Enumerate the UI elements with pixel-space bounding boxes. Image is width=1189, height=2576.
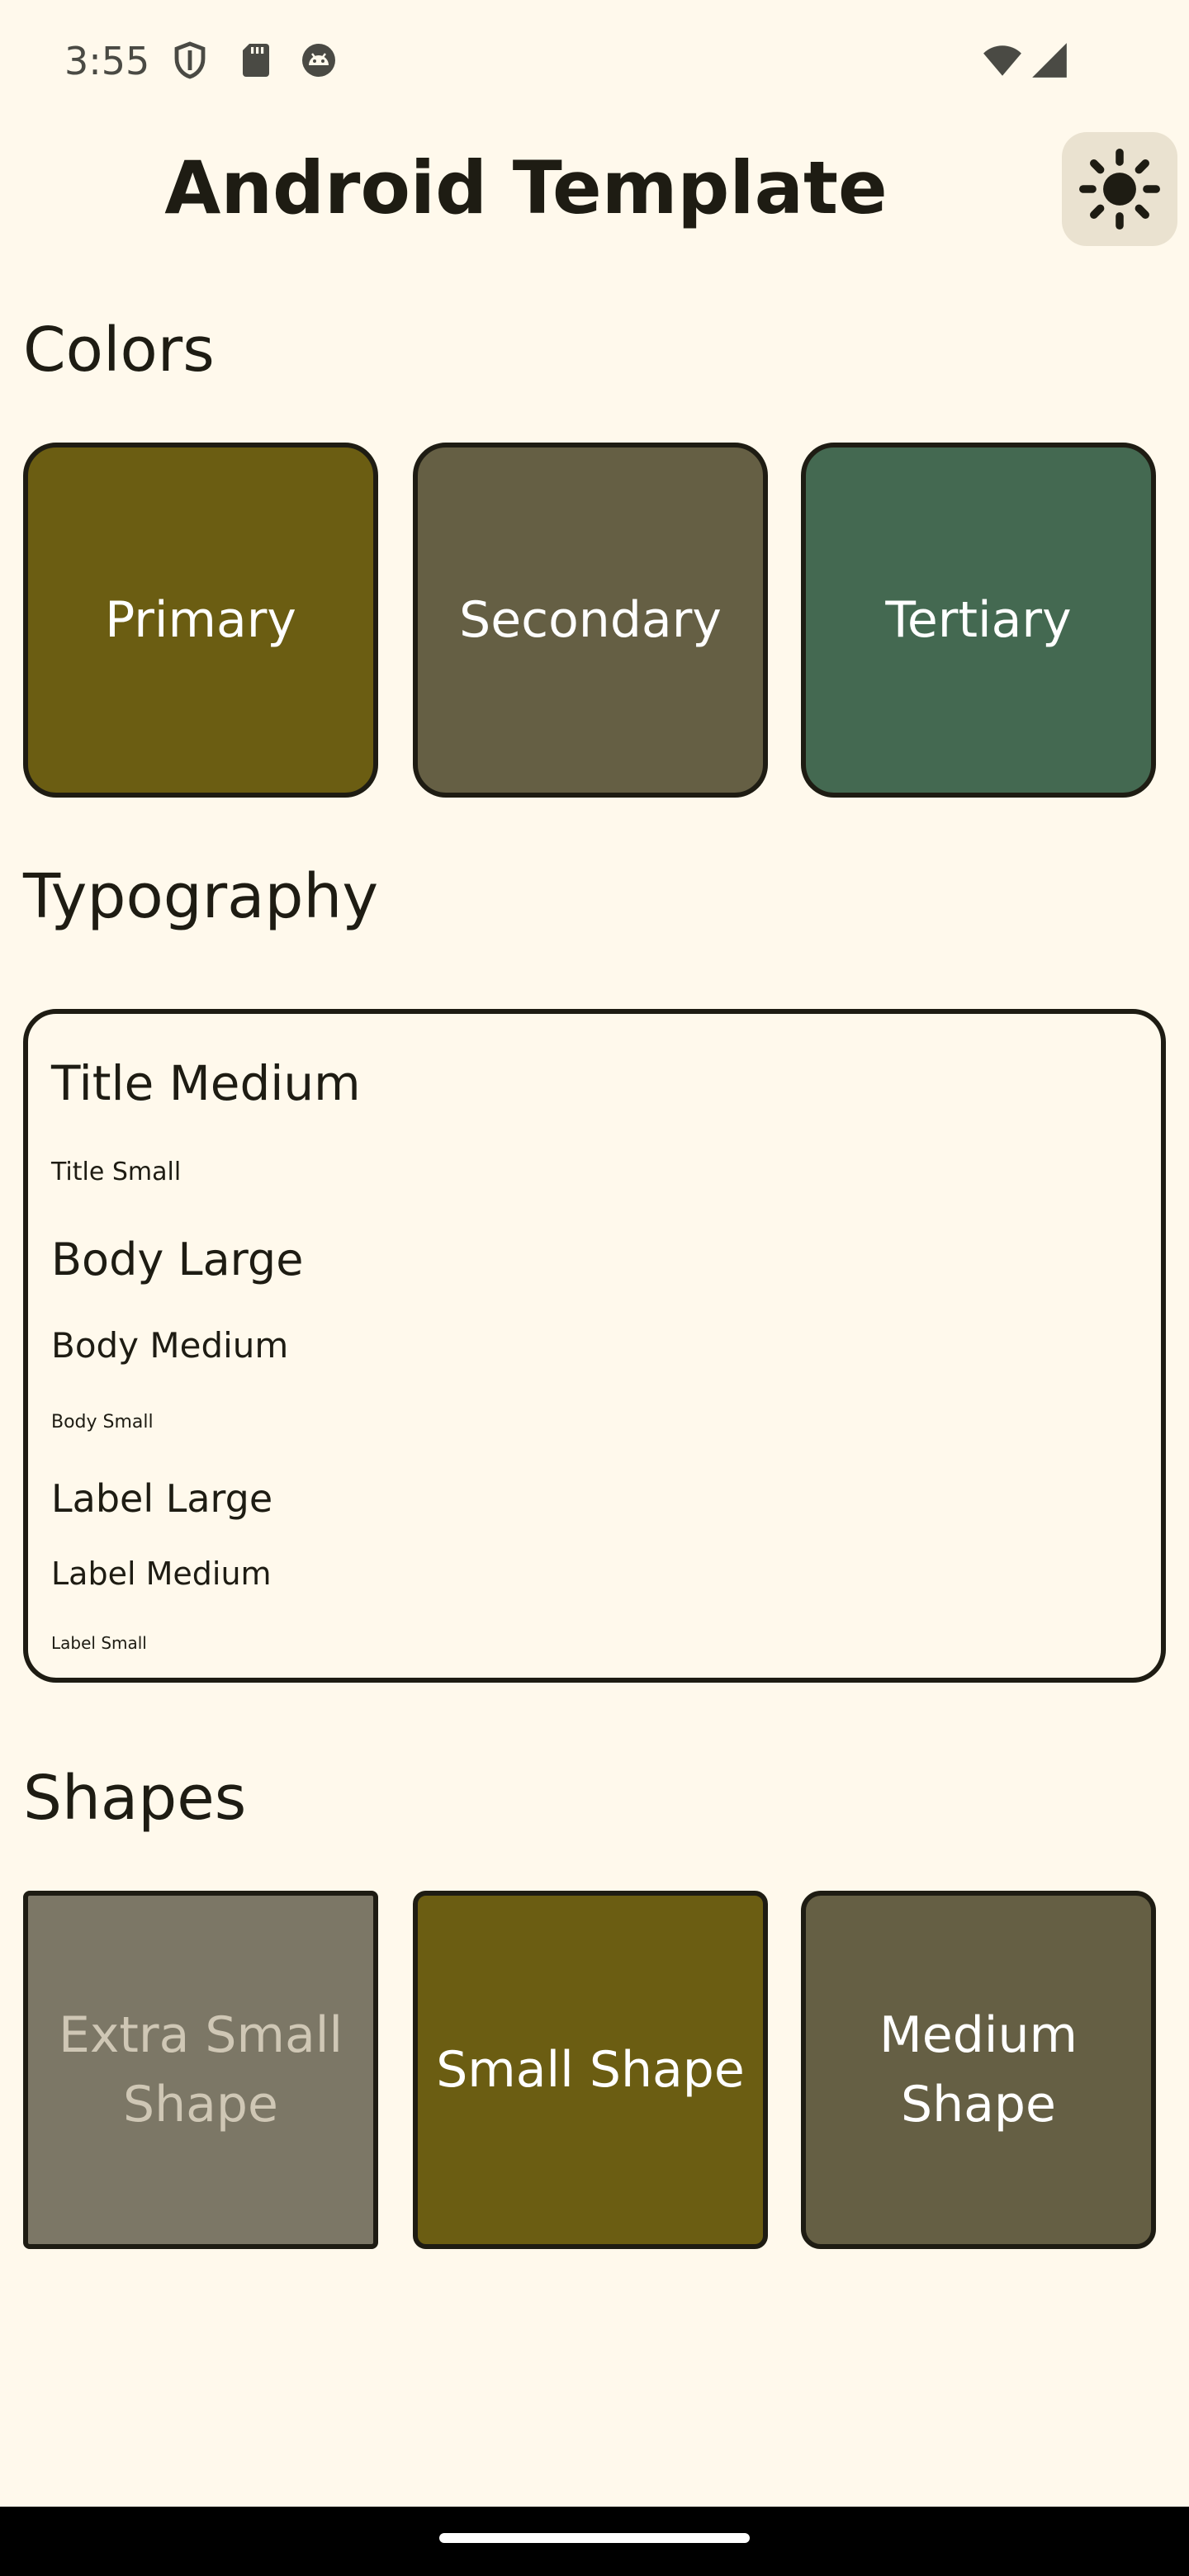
body-large-sample: Body Large [51,1234,304,1286]
theme-toggle-button[interactable] [1062,132,1177,246]
body-small-sample: Body Small [51,1412,154,1432]
small-shape-tile: Small Shape [413,1891,768,2249]
label-large-sample: Label Large [51,1476,273,1521]
status-time: 3:55 [64,39,150,83]
home-gesture-handle[interactable] [439,2533,750,2543]
cellular-signal-icon [1029,40,1070,81]
shield-icon [170,40,210,81]
body-medium-sample: Body Medium [51,1325,289,1366]
primary-color-tile: Primary [23,443,378,798]
wifi-icon [979,40,1026,81]
typography-section-title: Typography [23,861,379,932]
android-robot-icon [299,40,339,81]
extra-small-shape-tile: Extra Small Shape [23,1891,378,2249]
medium-shape-tile: Medium Shape [801,1891,1156,2249]
label-medium-sample: Label Medium [51,1556,272,1592]
app-title: Android Template [164,145,888,230]
title-medium-sample: Title Medium [51,1055,361,1111]
colors-section-title: Colors [23,315,215,386]
title-small-sample: Title Small [51,1158,182,1186]
navigation-bar [0,2507,1189,2576]
sun-icon [1079,149,1160,230]
sd-card-icon [236,40,276,81]
typography-card: Title Medium Title Small Body Large Body… [23,1009,1166,1683]
secondary-color-tile: Secondary [413,443,768,798]
label-small-sample: Label Small [51,1633,147,1653]
tertiary-color-tile: Tertiary [801,443,1156,798]
status-bar: 3:55 [0,0,1189,122]
shapes-section-title: Shapes [23,1763,247,1834]
